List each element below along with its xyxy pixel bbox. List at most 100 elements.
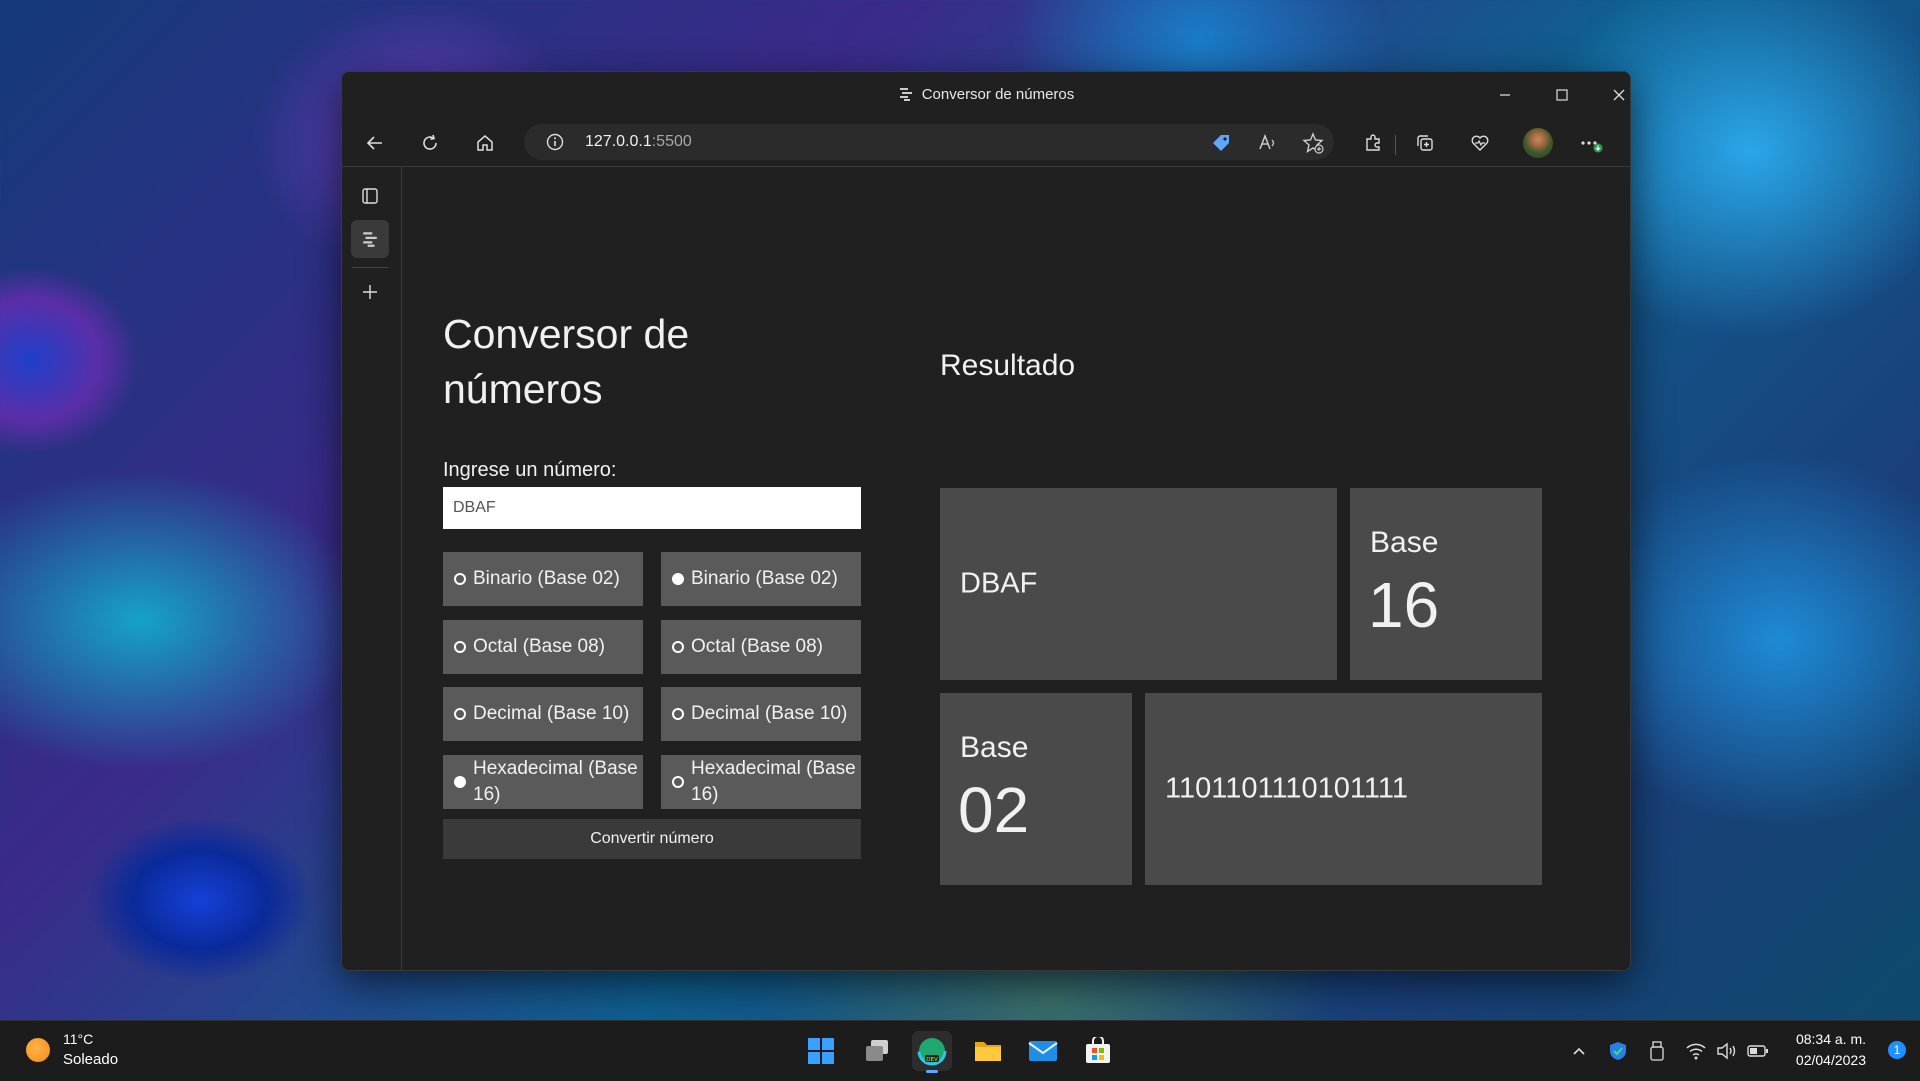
collections-button[interactable] xyxy=(1408,126,1442,160)
to-option-octal[interactable]: Octal (Base 08) xyxy=(661,620,861,674)
radio-button-selected[interactable] xyxy=(672,573,684,585)
window-title-text: Conversor de números xyxy=(921,86,1075,103)
volume-tray-button[interactable] xyxy=(1715,1039,1739,1063)
home-icon xyxy=(477,135,493,151)
result-input-value-box: DBAF xyxy=(940,488,1337,680)
option-label: Hexadecimal (Base 16) xyxy=(691,758,856,805)
usb-device-tray-button[interactable] xyxy=(1645,1039,1669,1063)
windows-logo-icon xyxy=(808,1038,834,1064)
weather-description: Soleado xyxy=(63,1051,119,1068)
show-hidden-icons-button[interactable] xyxy=(1567,1039,1591,1063)
info-icon[interactable] xyxy=(546,133,564,151)
result-output-value: 1101101110101111 xyxy=(1165,772,1408,805)
radio-button[interactable] xyxy=(672,641,684,653)
security-tray-button[interactable] xyxy=(1606,1039,1630,1063)
browser-window: Conversor de números 127.0.0.1:5500 Conv… xyxy=(341,71,1631,971)
maximize-button[interactable] xyxy=(1542,80,1582,110)
converter-tab-icon xyxy=(899,88,912,101)
convert-button[interactable]: Convertir número xyxy=(443,819,861,859)
close-icon xyxy=(1613,89,1625,101)
microsoft-store-button[interactable] xyxy=(1078,1031,1118,1071)
from-option-octal[interactable]: Octal (Base 08) xyxy=(443,620,643,674)
shield-icon xyxy=(1610,1042,1626,1060)
output-base-number: 02 xyxy=(958,774,1030,846)
usb-drive-icon xyxy=(1650,1041,1664,1061)
svg-text:DEV: DEV xyxy=(926,1057,938,1063)
new-tab-button[interactable] xyxy=(351,273,389,311)
from-option-hexadecimal[interactable]: Hexadecimal (Base 16) xyxy=(443,755,643,809)
start-button[interactable] xyxy=(801,1031,841,1071)
title-bar: Conversor de números xyxy=(342,72,1630,118)
radio-button[interactable] xyxy=(454,708,466,720)
result-input-base-box: Base 16 xyxy=(1350,488,1542,680)
radio-button[interactable] xyxy=(454,573,466,585)
coupon-tag-icon[interactable] xyxy=(1210,132,1232,154)
task-view-button[interactable] xyxy=(857,1031,897,1071)
battery-tray-button[interactable] xyxy=(1746,1039,1770,1063)
number-input[interactable] xyxy=(443,487,861,529)
option-label: Octal (Base 08) xyxy=(473,636,605,657)
clock-time: 08:34 a. m. xyxy=(1795,1031,1866,1047)
tab-actions-icon xyxy=(362,188,378,204)
input-base-label: Base xyxy=(1370,526,1439,559)
settings-menu-button[interactable] xyxy=(1574,126,1608,160)
address-bar[interactable]: 127.0.0.1:5500 xyxy=(524,124,1334,160)
browser-essentials-button[interactable] xyxy=(1463,126,1497,160)
clock-date: 02/04/2023 xyxy=(1795,1052,1866,1068)
radio-button[interactable] xyxy=(672,708,684,720)
edge-dev-taskbar-button[interactable]: DEV xyxy=(912,1031,952,1073)
minimize-icon xyxy=(1500,94,1510,96)
url-text[interactable]: 127.0.0.1:5500 xyxy=(585,133,692,151)
radio-button[interactable] xyxy=(672,776,684,788)
from-option-decimal[interactable]: Decimal (Base 10) xyxy=(443,687,643,741)
notification-badge[interactable]: 1 xyxy=(1888,1041,1906,1059)
radio-button-selected[interactable] xyxy=(454,776,466,788)
back-button[interactable] xyxy=(358,126,392,160)
plus-icon xyxy=(363,285,377,299)
profile-button[interactable] xyxy=(1521,126,1555,160)
output-base-label: Base xyxy=(960,731,1029,764)
to-option-binario[interactable]: Binario (Base 02) xyxy=(661,552,861,606)
read-aloud-icon[interactable] xyxy=(1257,132,1279,154)
toolbar-divider xyxy=(1395,135,1396,155)
puzzle-icon xyxy=(1366,134,1380,151)
mail-button[interactable] xyxy=(1023,1031,1063,1071)
sidebar-divider xyxy=(352,267,388,268)
mail-icon xyxy=(1028,1041,1058,1061)
browser-toolbar: 127.0.0.1:5500 xyxy=(342,118,1630,166)
page-title: Conversor de números xyxy=(443,311,690,412)
task-view-icon xyxy=(866,1040,888,1061)
to-option-decimal[interactable]: Decimal (Base 10) xyxy=(661,687,861,741)
radio-button[interactable] xyxy=(454,641,466,653)
add-favorite-icon[interactable] xyxy=(1302,132,1324,154)
heartbeat-icon xyxy=(1471,135,1489,151)
option-label: Decimal (Base 10) xyxy=(473,703,630,724)
refresh-icon xyxy=(423,134,437,150)
back-arrow-icon xyxy=(366,136,382,150)
vertical-tabs-sidebar xyxy=(342,167,402,970)
refresh-button[interactable] xyxy=(413,126,447,160)
result-output-value-box: 1101101110101111 xyxy=(1145,693,1542,885)
option-label: Octal (Base 08) xyxy=(691,636,823,657)
url-host: 127.0.0.1 xyxy=(585,133,652,150)
tab-conversor[interactable] xyxy=(351,220,389,258)
speaker-icon xyxy=(1717,1042,1736,1060)
battery-icon xyxy=(1747,1045,1768,1057)
option-label: Binario (Base 02) xyxy=(691,568,838,589)
result-input-value: DBAF xyxy=(960,567,1038,600)
page-content: Conversor de números Ingrese un número: … xyxy=(402,167,1630,970)
window-title: Conversor de números xyxy=(342,86,1630,103)
collections-icon xyxy=(1417,135,1433,151)
to-option-hexadecimal[interactable]: Hexadecimal (Base 16) xyxy=(661,755,861,809)
from-option-binario[interactable]: Binario (Base 02) xyxy=(443,552,643,606)
tab-actions-button[interactable] xyxy=(351,177,389,215)
store-icon xyxy=(1086,1037,1110,1063)
weather-temperature: 11°C xyxy=(63,1031,94,1047)
close-button[interactable] xyxy=(1599,80,1630,110)
minimize-button[interactable] xyxy=(1485,80,1525,110)
wifi-tray-button[interactable] xyxy=(1684,1039,1708,1063)
file-explorer-button[interactable] xyxy=(968,1031,1008,1071)
home-button[interactable] xyxy=(468,126,502,160)
sun-icon xyxy=(26,1038,50,1062)
extensions-button[interactable] xyxy=(1356,126,1390,160)
